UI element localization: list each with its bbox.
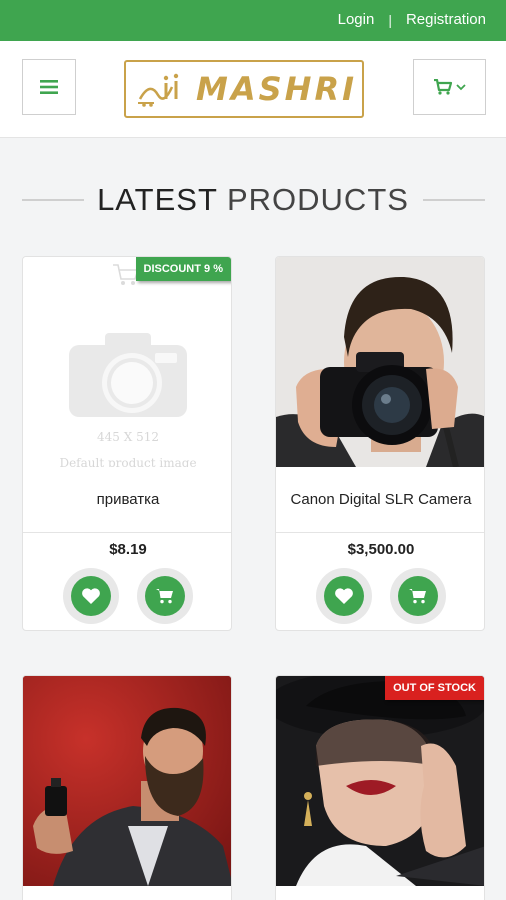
hamburger-icon: [40, 80, 58, 94]
section-title: LATEST PRODUCTS: [0, 178, 506, 222]
hat-woman-photo-icon: [276, 676, 484, 886]
add-to-cart-button[interactable]: [137, 568, 193, 624]
heading-second-word: PRODUCTS: [226, 182, 409, 217]
login-link[interactable]: Login: [338, 11, 375, 28]
title-divider-left: [22, 199, 84, 201]
heading-first-word: LATEST: [97, 182, 218, 217]
section-heading: LATEST PRODUCTS: [97, 182, 409, 218]
product-name[interactable]: Canon Digital SLR Camera: [276, 467, 484, 533]
product-name[interactable]: приватка: [23, 467, 231, 533]
cart-icon: [433, 79, 452, 95]
product-price: $3,500.00: [347, 541, 415, 558]
out-of-stock-badge: OUT OF STOCK: [385, 676, 484, 700]
heart-icon: [335, 588, 353, 604]
product-actions: [23, 568, 231, 624]
product-card[interactable]: OUT OF STOCK: [275, 675, 485, 900]
product-image[interactable]: [276, 257, 484, 467]
product-card[interactable]: [22, 675, 232, 900]
discount-badge: DISCOUNT 9 %: [135, 257, 231, 281]
registration-link[interactable]: Registration: [406, 11, 486, 28]
cart-icon: [156, 589, 173, 604]
site-logo[interactable]: MASHRI: [124, 60, 364, 118]
product-card[interactable]: 445 X 512 Default product image DISCOUNT…: [22, 256, 232, 631]
wishlist-button[interactable]: [63, 568, 119, 624]
menu-button[interactable]: [22, 59, 76, 115]
perfume-photo-icon: [23, 676, 231, 886]
product-actions: [276, 568, 484, 624]
product-image[interactable]: [276, 676, 484, 886]
product-price: $8.19: [109, 541, 147, 558]
chevron-down-icon: [455, 84, 466, 91]
logo-text: MASHRI: [196, 70, 357, 108]
auth-links: Login | Registration: [338, 11, 486, 28]
logo-mark-icon: [138, 73, 179, 107]
wishlist-button[interactable]: [316, 568, 372, 624]
placeholder-caption: Default product image: [59, 456, 197, 467]
top-bar: Login | Registration: [0, 0, 506, 41]
placeholder-size: 445 X 512: [97, 430, 159, 444]
header: MASHRI: [0, 41, 506, 138]
product-card[interactable]: Canon Digital SLR Camera $3,500.00: [275, 256, 485, 631]
heart-icon: [82, 588, 100, 604]
cart-button[interactable]: [413, 59, 486, 115]
auth-separator: |: [388, 11, 392, 28]
title-divider-right: [423, 199, 485, 201]
product-image[interactable]: 445 X 512 Default product image: [23, 257, 231, 467]
product-image[interactable]: [23, 676, 231, 886]
camera-photo-icon: [276, 257, 484, 467]
add-to-cart-button[interactable]: [390, 568, 446, 624]
cart-icon: [409, 589, 426, 604]
